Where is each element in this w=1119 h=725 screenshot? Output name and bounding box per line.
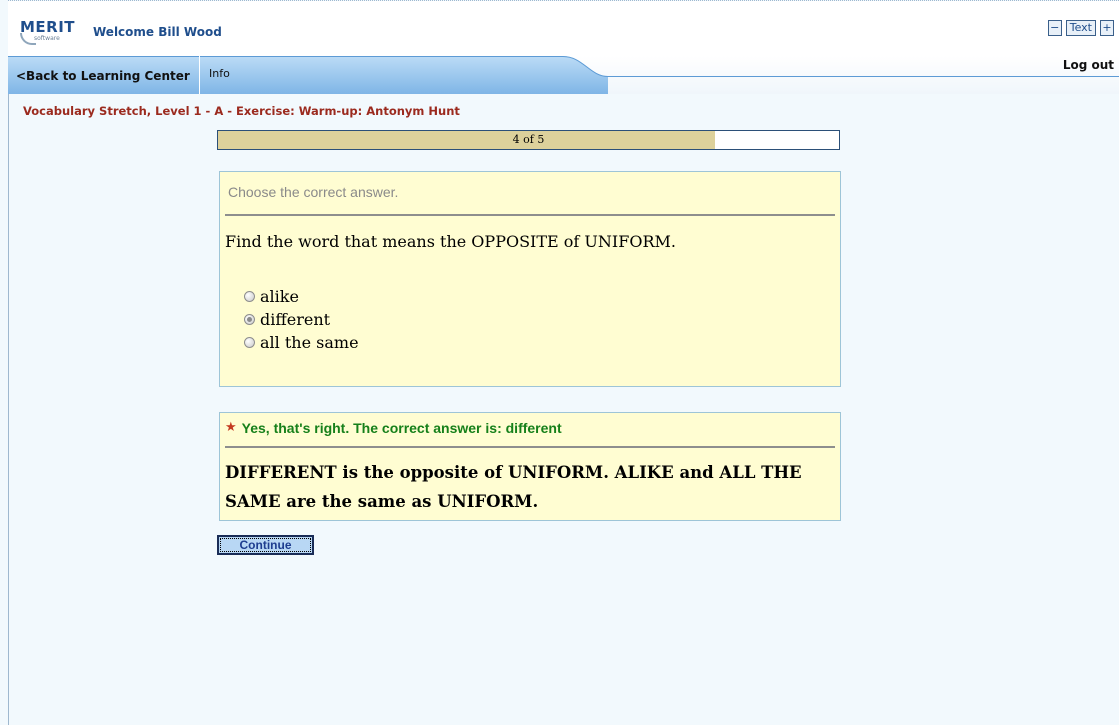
answer-option[interactable]: different [244,308,359,331]
continue-button[interactable]: Continue [217,535,314,555]
nav-bar: <Back to Learning Center Info Log out [8,56,1119,94]
answer-option-label: all the same [260,333,359,352]
logo-subtext: software [34,35,60,42]
radio-button[interactable] [244,337,255,348]
question-prompt: Find the word that means the OPPOSITE of… [225,232,676,251]
radio-button[interactable] [244,291,255,302]
back-to-learning-center-link[interactable]: <Back to Learning Center [16,69,190,83]
text-increase-button[interactable]: + [1100,20,1114,36]
merit-logo: MERIT software [20,20,78,46]
answer-option-label: alike [260,287,299,306]
feedback-status: Yes, that's right. The correct answer is… [241,420,562,436]
instruction-text: Choose the correct answer. [228,184,399,200]
feedback-panel: ★ Yes, that's right. The correct answer … [219,412,841,521]
radio-button[interactable] [244,314,255,325]
star-icon: ★ [225,420,237,435]
progress-bar: 4 of 5 [217,130,840,150]
question-panel: Choose the correct answer. Find the word… [219,171,841,387]
answer-options: alike different all the same [244,285,359,354]
question-divider [225,214,835,216]
text-size-label[interactable]: Text [1065,20,1096,36]
info-tab[interactable]: Info [209,67,230,80]
welcome-message: Welcome Bill Wood [93,25,222,39]
answer-option[interactable]: alike [244,285,359,308]
text-decrease-button[interactable]: − [1047,20,1062,36]
logo-swoosh-icon [20,33,36,45]
nav-tabs: <Back to Learning Center Info [8,56,608,94]
header: MERIT software Welcome Bill Wood − Text … [8,1,1119,56]
answer-option[interactable]: all the same [244,331,359,354]
text-size-controls: − Text + [1047,20,1114,36]
nav-separator [199,56,200,94]
answer-option-label: different [260,310,331,329]
feedback-header: ★ Yes, that's right. The correct answer … [225,420,562,436]
logout-link[interactable]: Log out [1063,58,1114,72]
feedback-explanation: DIFFERENT is the opposite of UNIFORM. AL… [225,463,802,511]
progress-label: 4 of 5 [512,133,545,146]
exercise-breadcrumb: Vocabulary Stretch, Level 1 - A - Exerci… [23,104,460,118]
feedback-divider [225,446,835,448]
